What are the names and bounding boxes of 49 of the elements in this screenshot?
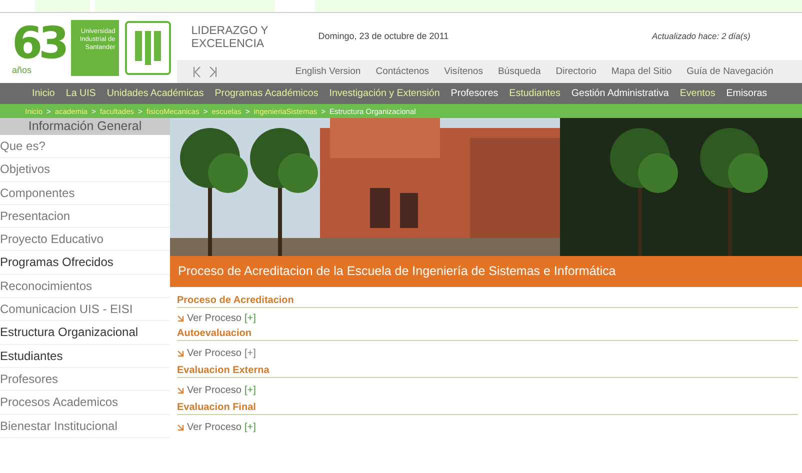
sidebar-title: Información General [0,118,170,135]
view-link[interactable]: Ver Proceso [187,422,242,432]
menu-item[interactable]: Inicio [32,88,55,99]
top-link[interactable]: Directorio [556,66,612,77]
menu-item[interactable]: Investigación y Extensión [329,88,440,99]
sidebar-item[interactable]: Estudiantes [0,344,170,368]
menu-item[interactable]: Unidades Académicas [106,88,204,99]
arrow-icon [177,424,184,430]
expand-link[interactable]: [+] [244,422,256,432]
menu-item[interactable]: Gestión Administrativa [571,88,669,99]
menu-item[interactable]: Programas Académicos [214,88,318,99]
view-link[interactable]: Ver Proceso [187,312,242,324]
view-link[interactable]: Ver Proceso [187,384,242,396]
next-icon[interactable] [209,66,218,78]
section-heading: Evaluacion Final [177,402,798,415]
view-link[interactable]: Ver Proceso [187,348,242,358]
section-heading: Autoevaluacion [177,328,798,341]
menu-item[interactable]: Profesores [450,88,498,99]
arrow-icon [177,350,184,356]
anniversary-logo: 63 años [12,22,66,74]
top-link[interactable]: Contáctenos [376,66,444,77]
menu-item[interactable]: La UIS [66,88,96,99]
sidebar-item[interactable]: Bienestar Institucional [0,414,170,438]
arrow-icon [177,386,184,394]
section-heading: Proceso de Acreditacion [177,295,798,308]
menu-item[interactable]: Estudiantes [509,88,560,99]
banner-title: Proceso de Acreditacion de la Escuela de Ingeniería de Sistemas e Informática [170,256,802,287]
expand-link[interactable]: [+] [244,348,256,358]
top-link[interactable]: English Version [295,66,376,77]
expand-link[interactable]: [+] [244,312,256,324]
menu-item[interactable]: Eventos [680,88,716,99]
sidebar-item[interactable]: Reconocimientos [0,274,170,298]
top-link[interactable]: Búsqueda [498,66,556,77]
expand-link[interactable]: [+] [244,384,256,396]
top-link[interactable]: Mapa del Sitio [611,66,687,77]
top-link[interactable]: Guía de Navegación [686,66,788,77]
updated-text: Actualizado hace: 2 día(s) [652,30,752,41]
sidebar-item[interactable]: Estructura Organizacional [0,321,170,345]
sidebar-item[interactable]: Profesores [0,368,170,392]
section-heading: Evaluacion Externa [177,365,798,378]
top-link[interactable]: Visítenos [444,66,498,77]
menu-item[interactable]: Emisoras [726,88,768,99]
slogan: LIDERAZGO Y EXCELENCIA [190,24,270,51]
previous-icon[interactable] [193,66,202,78]
arrow-icon [177,314,184,322]
emblem-icon [125,21,172,75]
sidebar-item[interactable]: Comunicacion UIS - EISI [0,298,170,322]
date-text: Domingo, 23 de octubre de 2011 [317,30,450,41]
sidebar-item[interactable]: Procesos Academicos [0,391,170,415]
